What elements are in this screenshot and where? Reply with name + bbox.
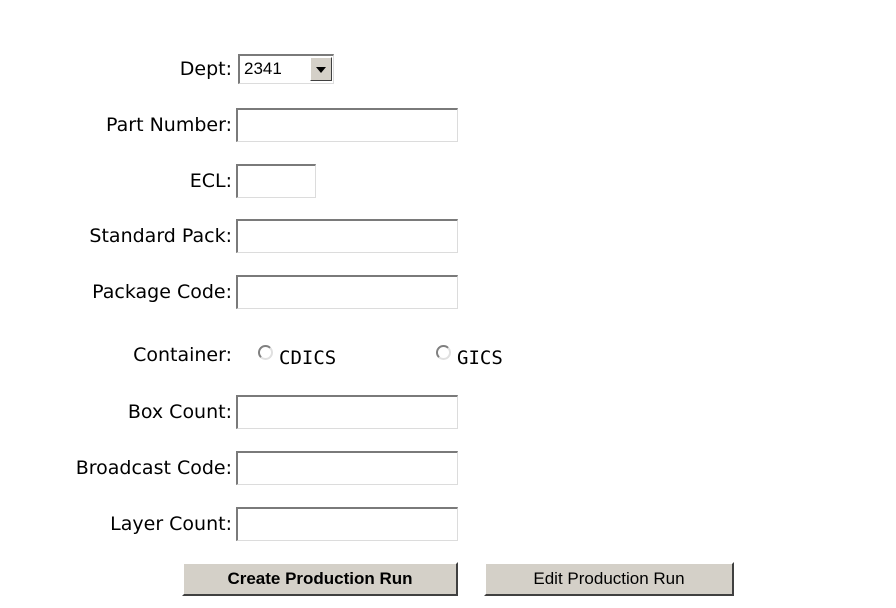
container-label: Container: — [133, 344, 232, 366]
dept-row: Dept: 2341 — [0, 52, 896, 86]
container-option-cdics[interactable]: CDICS — [258, 338, 336, 372]
dept-select-value: 2341 — [244, 59, 282, 78]
box-count-label: Box Count: — [127, 401, 232, 423]
radio-gics[interactable] — [436, 344, 451, 360]
standard-pack-input[interactable] — [236, 219, 458, 253]
standard-pack-label: Standard Pack: — [89, 225, 232, 247]
ecl-label: ECL: — [189, 170, 232, 192]
broadcast-code-row: Broadcast Code: — [0, 451, 896, 485]
actions-row: Create Production Run Edit Production Ru… — [0, 562, 896, 596]
page-heading-clipped — [0, 0, 896, 12]
package-code-row: Package Code: — [0, 275, 896, 309]
ecl-input[interactable] — [236, 164, 316, 198]
radio-cdics[interactable] — [258, 344, 273, 360]
radio-cdics-label: CDICS — [279, 347, 337, 369]
layer-count-label: Layer Count: — [110, 513, 232, 535]
box-count-input[interactable] — [236, 395, 458, 429]
layer-count-row: Layer Count: — [0, 507, 896, 541]
layer-count-input[interactable] — [236, 507, 458, 541]
chevron-down-icon[interactable] — [310, 57, 332, 81]
part-number-label: Part Number: — [106, 114, 232, 136]
dept-select[interactable]: 2341 — [238, 54, 334, 84]
container-option-gics[interactable]: GICS — [436, 338, 503, 372]
package-code-input[interactable] — [236, 275, 458, 309]
package-code-label: Package Code: — [92, 281, 232, 303]
radio-gics-label: GICS — [457, 347, 503, 369]
broadcast-code-input[interactable] — [236, 451, 458, 485]
container-row: Container: CDICS GICS — [0, 338, 896, 372]
edit-production-run-button[interactable]: Edit Production Run — [484, 562, 734, 596]
broadcast-code-label: Broadcast Code: — [75, 457, 232, 479]
dept-label: Dept: — [179, 58, 232, 80]
part-number-row: Part Number: — [0, 108, 896, 142]
part-number-input[interactable] — [236, 108, 458, 142]
ecl-row: ECL: — [0, 164, 896, 198]
standard-pack-row: Standard Pack: — [0, 219, 896, 253]
box-count-row: Box Count: — [0, 395, 896, 429]
create-production-run-button[interactable]: Create Production Run — [182, 562, 458, 596]
